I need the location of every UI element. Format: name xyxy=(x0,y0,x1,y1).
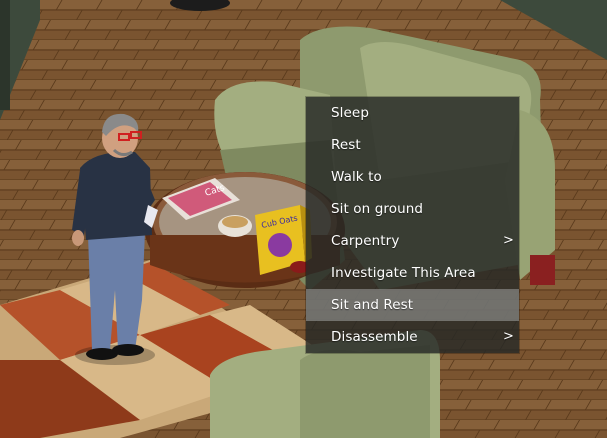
menu-item-label: Sleep xyxy=(331,105,370,121)
menu-item-label: Walk to xyxy=(331,169,382,185)
bowl-contents xyxy=(222,216,248,228)
menu-item-sit-and-rest[interactable]: Sit and Rest xyxy=(306,289,519,321)
submenu-arrow-icon: > xyxy=(503,329,514,344)
menu-item-label: Disassemble xyxy=(331,329,418,345)
menu-item-label: Rest xyxy=(331,137,361,153)
menu-item-walk-to[interactable]: Walk to xyxy=(306,161,519,193)
menu-item-disassemble[interactable]: Disassemble > xyxy=(306,321,519,353)
menu-item-label: Investigate This Area xyxy=(331,265,476,281)
menu-item-rest[interactable]: Rest xyxy=(306,129,519,161)
context-menu: Sleep Rest Walk to Sit on ground Carpent… xyxy=(306,97,519,353)
menu-item-label: Carpentry xyxy=(331,233,400,249)
menu-item-sleep[interactable]: Sleep xyxy=(306,97,519,129)
menu-item-sit-on-ground[interactable]: Sit on ground xyxy=(306,193,519,225)
menu-item-label: Sit and Rest xyxy=(331,297,414,313)
menu-item-carpentry[interactable]: Carpentry > xyxy=(306,225,519,257)
submenu-arrow-icon: > xyxy=(503,233,514,248)
menu-item-investigate-this-area[interactable]: Investigate This Area xyxy=(306,257,519,289)
wall-pillar xyxy=(0,0,10,110)
menu-item-label: Sit on ground xyxy=(331,201,424,217)
